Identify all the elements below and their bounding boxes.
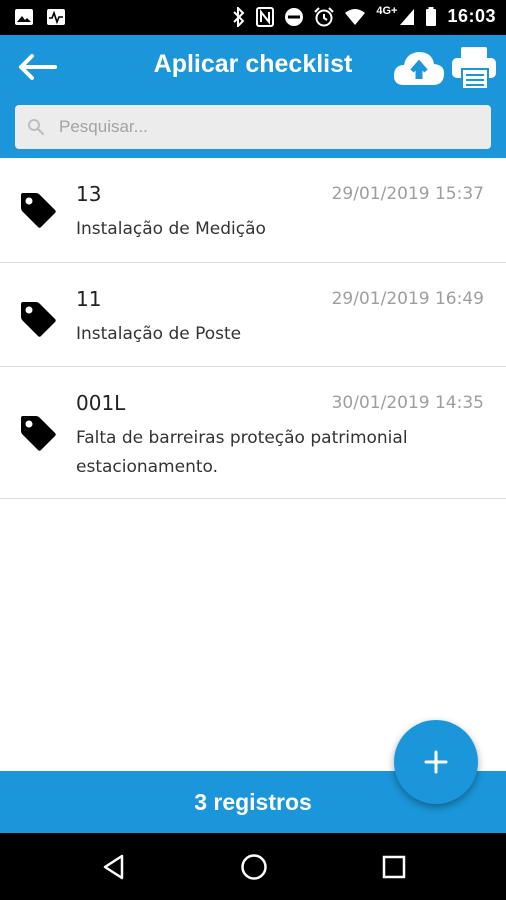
checklist-list: 13 29/01/2019 15:37 Instalação de Mediçã… [0, 158, 506, 499]
status-bar: 4G+ 16:03 [0, 0, 506, 35]
battery-icon [426, 6, 437, 26]
wifi-icon [345, 8, 366, 25]
list-item[interactable]: 13 29/01/2019 15:37 Instalação de Mediçã… [0, 158, 506, 263]
network-label: 4G+ [376, 4, 398, 17]
image-icon [15, 9, 33, 25]
search-icon [28, 119, 45, 136]
cloud-upload-button[interactable] [392, 47, 446, 87]
item-code: 11 [76, 287, 102, 311]
alarm-icon [314, 6, 335, 26]
item-date: 30/01/2019 14:35 [331, 393, 484, 413]
item-description: Instalação de Medição [76, 219, 266, 239]
tag-icon [21, 302, 56, 337]
plus-icon [424, 750, 448, 774]
status-time: 16:03 [447, 6, 496, 26]
search-input[interactable] [59, 117, 459, 137]
nfc-icon [256, 6, 275, 27]
printer-icon [452, 47, 496, 90]
app-bar: Aplicar checklist [0, 35, 506, 158]
nav-home-icon[interactable] [238, 851, 270, 883]
records-count: 3 registros [194, 789, 312, 815]
tag-icon [21, 193, 56, 228]
item-date: 29/01/2019 16:49 [331, 289, 484, 309]
item-description: Falta de barreiras proteção patrimonial … [76, 428, 408, 477]
nav-back-icon[interactable] [98, 851, 130, 883]
arrow-left-icon [19, 54, 57, 80]
list-item[interactable]: 001L 30/01/2019 14:35 Falta de barreiras… [0, 367, 506, 499]
system-nav-bar [0, 833, 506, 900]
item-date: 29/01/2019 15:37 [331, 184, 484, 204]
item-code: 13 [76, 182, 102, 206]
add-button[interactable] [394, 720, 478, 804]
activity-icon [47, 9, 65, 25]
search-bar [15, 105, 491, 149]
cloud-upload-icon [393, 52, 445, 85]
item-code: 001L [76, 391, 126, 415]
do-not-disturb-icon [285, 7, 304, 26]
list-item[interactable]: 11 29/01/2019 16:49 Instalação de Poste [0, 263, 506, 367]
bluetooth-icon [233, 6, 245, 27]
print-button[interactable] [450, 45, 498, 91]
signal-icon [400, 8, 415, 25]
tag-icon [21, 416, 56, 451]
item-description: Instalação de Poste [76, 324, 242, 344]
back-button[interactable] [16, 49, 58, 85]
nav-recents-icon[interactable] [378, 851, 410, 883]
